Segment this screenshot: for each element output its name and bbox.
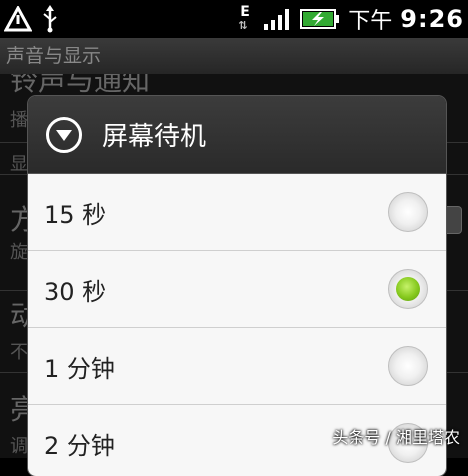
dropdown-circle-icon <box>46 116 82 153</box>
warning-icon <box>4 6 32 32</box>
radio-button-selected[interactable] <box>388 269 428 309</box>
status-bar: E ⇅ 下午 9:26 <box>0 0 468 38</box>
screen-timeout-dialog: 屏幕待机 15 秒 30 秒 1 分钟 2 分钟 <box>28 96 446 476</box>
setting-item-animation-sub: 不 <box>10 342 28 363</box>
clock: 9:26 <box>400 5 464 33</box>
usb-icon <box>43 5 57 33</box>
option-15-seconds[interactable]: 15 秒 <box>28 174 446 251</box>
signal-icon <box>264 9 290 30</box>
option-label: 2 分钟 <box>44 431 115 460</box>
page-title: 声音与显示 <box>0 38 468 74</box>
option-30-seconds[interactable]: 30 秒 <box>28 251 446 328</box>
option-1-minute[interactable]: 1 分钟 <box>28 328 446 405</box>
ampm-label: 下午 <box>348 9 393 34</box>
dialog-header: 屏幕待机 <box>28 96 446 174</box>
setting-item-brightness-sub: 调 <box>10 436 28 457</box>
option-label: 30 秒 <box>44 277 107 306</box>
option-label: 1 分钟 <box>44 354 115 383</box>
watermark: 头条号 / 湘里塔农 <box>332 428 460 447</box>
radio-button[interactable] <box>388 346 428 386</box>
radio-button[interactable] <box>388 192 428 232</box>
network-type-icon: E ⇅ <box>238 4 250 32</box>
option-label: 15 秒 <box>44 200 107 229</box>
dialog-title: 屏幕待机 <box>102 122 207 152</box>
section-header-display: 显 <box>10 154 28 175</box>
setting-item-orientation-sub: 旋 <box>10 242 28 263</box>
setting-item-ringtone-sub: 播 <box>10 110 28 131</box>
battery-charging-icon <box>300 9 340 29</box>
